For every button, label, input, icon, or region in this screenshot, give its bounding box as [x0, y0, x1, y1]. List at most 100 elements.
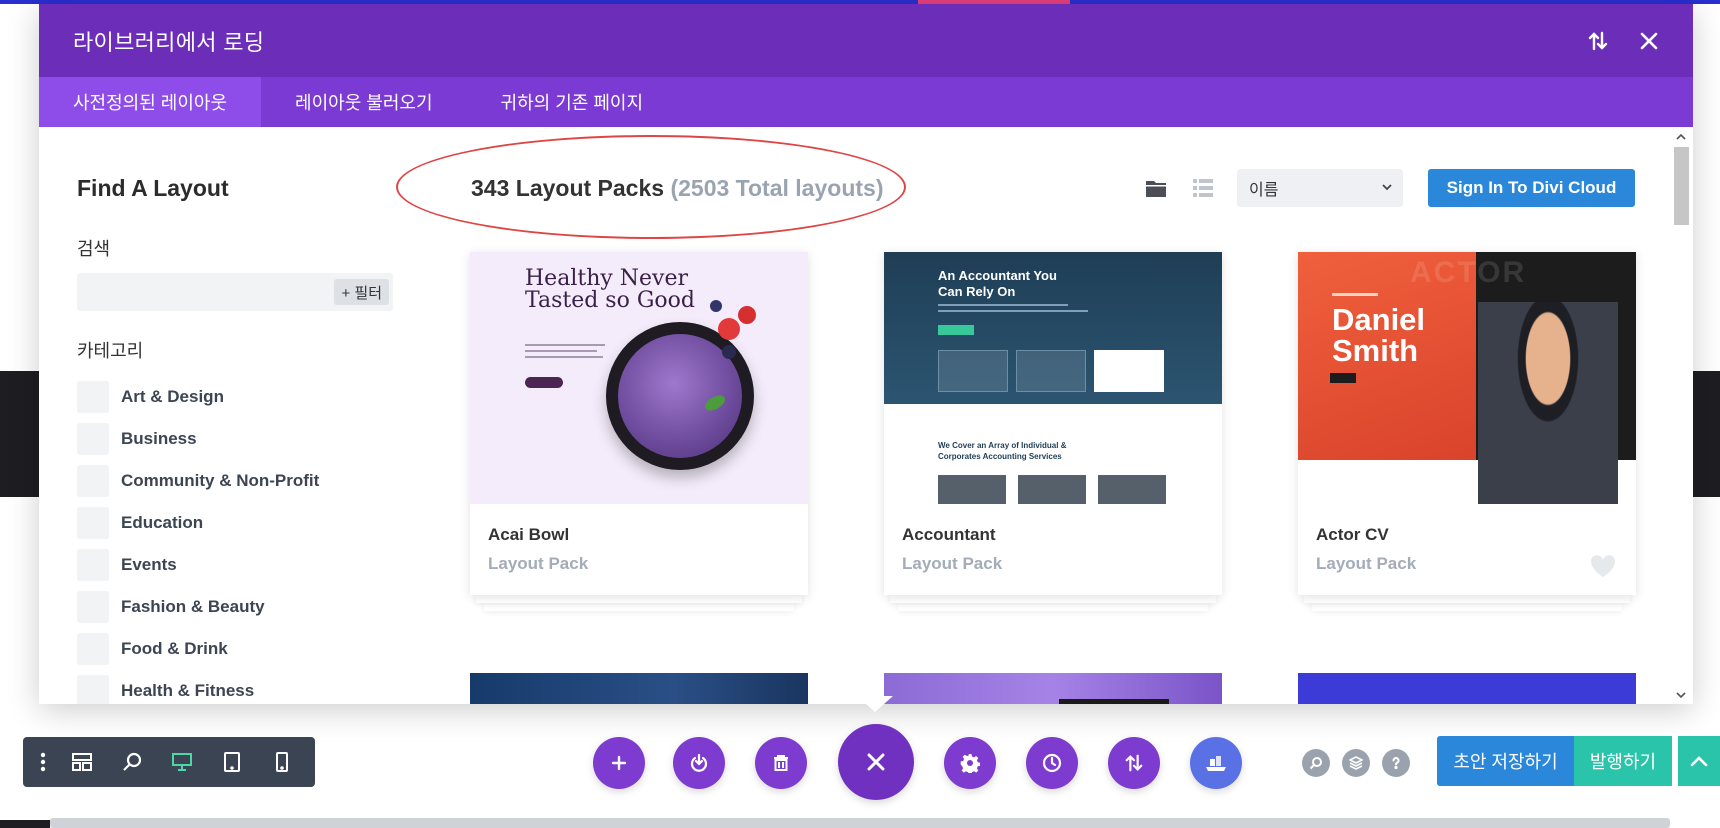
chevron-up-icon[interactable]	[1678, 736, 1720, 786]
category-label-text: Food & Drink	[121, 639, 228, 658]
tablet-view-icon[interactable]	[207, 737, 257, 787]
category-label-text: Community & Non-Profit	[121, 471, 320, 490]
thumbnail-heading: Daniel Smith	[1332, 302, 1426, 368]
category-checkbox[interactable]	[77, 675, 109, 704]
library-modal: 라이브러리에서 로딩 사전정의된 레이아웃 레이아웃 불러오기 귀하의 기존 페…	[39, 4, 1693, 704]
zoom-icon[interactable]	[107, 737, 157, 787]
add-icon[interactable]	[593, 737, 645, 789]
background-page-dark-section	[0, 371, 40, 497]
category-checkbox[interactable]	[77, 381, 109, 413]
layout-card-peek[interactable]	[884, 673, 1222, 704]
layout-thumbnail: Healthy Never Tasted so Good	[470, 252, 808, 504]
tab-existing-pages[interactable]: 귀하의 기존 페이지	[467, 77, 677, 127]
layout-card-subtitle: Layout Pack	[1316, 554, 1417, 573]
search-input[interactable]	[77, 273, 327, 311]
sign-in-divi-cloud-button[interactable]: Sign In To Divi Cloud	[1428, 169, 1635, 207]
history-icon[interactable]	[1026, 737, 1078, 789]
power-load-icon[interactable]	[673, 737, 725, 789]
layout-card-actor-cv[interactable]: ACTOR Daniel Smith Actor CV Layout Pack	[1298, 252, 1636, 611]
heart-icon[interactable]	[1590, 554, 1616, 578]
layout-card-title: Actor CV	[1316, 525, 1389, 544]
close-icon[interactable]	[1636, 28, 1662, 54]
thumbnail-heading: Healthy Never Tasted so Good	[525, 266, 695, 313]
scroll-down-icon[interactable]	[1675, 688, 1687, 700]
scrollbar[interactable]	[1668, 127, 1693, 704]
help-icon[interactable]	[1382, 749, 1410, 777]
search-box: + 필터	[77, 273, 393, 311]
layout-pack-count: 343 Layout Packs (2503 Total layouts)	[471, 175, 883, 202]
gear-icon[interactable]	[944, 737, 996, 789]
category-checkbox[interactable]	[77, 633, 109, 665]
close-builder-icon[interactable]	[838, 724, 914, 800]
desktop-view-icon[interactable]	[157, 737, 207, 787]
thumbnail-watermark-word: ACTOR	[1410, 256, 1527, 289]
category-checkbox[interactable]	[77, 549, 109, 581]
modal-title: 라이브러리에서 로딩	[73, 29, 265, 55]
background-page-bottom-dark	[0, 820, 50, 828]
phone-view-icon[interactable]	[257, 737, 307, 787]
thumbnail-subheading: We Cover an Array of Individual & Corpor…	[938, 441, 1067, 461]
scrollbar-thumb[interactable]	[1674, 147, 1689, 225]
category-label-text: Events	[121, 555, 177, 574]
divi-cloud-icon[interactable]	[1190, 737, 1242, 789]
layout-card[interactable]: ACTOR Daniel Smith Actor CV Layout Pack	[1298, 252, 1636, 595]
background-page-dark-section-right	[1690, 371, 1720, 497]
filter-sidebar: Find A Layout 검색 + 필터 카테고리 Art & Design …	[77, 127, 397, 704]
layout-card-peek[interactable]	[1298, 673, 1636, 704]
tab-predefined-layouts[interactable]: 사전정의된 레이아웃	[39, 77, 262, 127]
layout-card-peek[interactable]	[470, 673, 808, 704]
layout-card-accountant[interactable]: An Accountant You Can Rely On We Cover a…	[884, 252, 1222, 611]
total-layouts-text: (2503 Total layouts)	[670, 175, 884, 201]
save-draft-button[interactable]: 초안 저장하기	[1437, 736, 1574, 786]
more-options-icon[interactable]	[29, 737, 57, 787]
find-layout-title: Find A Layout	[77, 175, 229, 201]
chevron-down-icon	[1381, 180, 1393, 198]
trash-icon[interactable]	[755, 737, 807, 789]
category-checkbox[interactable]	[77, 423, 109, 455]
category-list: Art & Design Business Community & Non-Pr…	[77, 376, 319, 704]
category-item[interactable]: Community & Non-Profit	[77, 460, 319, 502]
list-view-icon[interactable]	[1192, 177, 1218, 203]
category-label: 카테고리	[77, 341, 144, 361]
layout-card-title: Acai Bowl	[488, 525, 570, 544]
wireframe-view-icon[interactable]	[57, 737, 107, 787]
tab-import-layout[interactable]: 레이아웃 불러오기	[261, 77, 466, 127]
layers-icon[interactable]	[1342, 749, 1370, 777]
category-checkbox[interactable]	[77, 465, 109, 497]
filter-button[interactable]: + 필터	[334, 279, 389, 305]
bowl-image	[606, 322, 754, 470]
layout-card-subtitle: Layout Pack	[902, 554, 1003, 573]
category-checkbox[interactable]	[77, 591, 109, 623]
category-label-text: Business	[121, 429, 197, 448]
thumbnail-heading: An Accountant You Can Rely On	[938, 268, 1057, 299]
scroll-up-icon[interactable]	[1675, 130, 1687, 142]
category-item[interactable]: Education	[77, 502, 319, 544]
portability-sort-icon[interactable]	[1108, 737, 1160, 789]
category-item[interactable]: Art & Design	[77, 376, 319, 418]
sort-icon[interactable]	[1585, 28, 1611, 54]
layout-card-subtitle: Layout Pack	[488, 554, 589, 573]
modal-body: Find A Layout 검색 + 필터 카테고리 Art & Design …	[39, 127, 1693, 704]
modal-tabs: 사전정의된 레이아웃 레이아웃 불러오기 귀하의 기존 페이지	[39, 77, 1693, 127]
sort-select[interactable]: 이름	[1237, 169, 1403, 207]
category-item[interactable]: Food & Drink	[77, 628, 319, 670]
grid-view-icon[interactable]	[1145, 177, 1171, 203]
category-item[interactable]: Events	[77, 544, 319, 586]
category-checkbox[interactable]	[77, 507, 109, 539]
zoom-search-icon[interactable]	[1302, 749, 1330, 777]
actor-photo	[1478, 302, 1618, 504]
category-label-text: Art & Design	[121, 387, 224, 406]
category-label-text: Health & Fitness	[121, 681, 255, 700]
layout-thumbnail: An Accountant You Can Rely On We Cover a…	[884, 252, 1222, 504]
layout-card-acai-bowl[interactable]: Healthy Never Tasted so Good Acai Bowl L…	[470, 252, 808, 611]
layout-card-title: Accountant	[902, 525, 996, 544]
search-label: 검색	[77, 239, 111, 259]
category-item[interactable]: Fashion & Beauty	[77, 586, 319, 628]
category-label-text: Education	[121, 513, 204, 532]
publish-button[interactable]: 발행하기	[1574, 736, 1672, 786]
category-item[interactable]: Health & Fitness	[77, 670, 319, 704]
category-label-text: Fashion & Beauty	[121, 597, 265, 616]
layout-card[interactable]: Healthy Never Tasted so Good Acai Bowl L…	[470, 252, 808, 595]
layout-card[interactable]: An Accountant You Can Rely On We Cover a…	[884, 252, 1222, 595]
category-item[interactable]: Business	[77, 418, 319, 460]
